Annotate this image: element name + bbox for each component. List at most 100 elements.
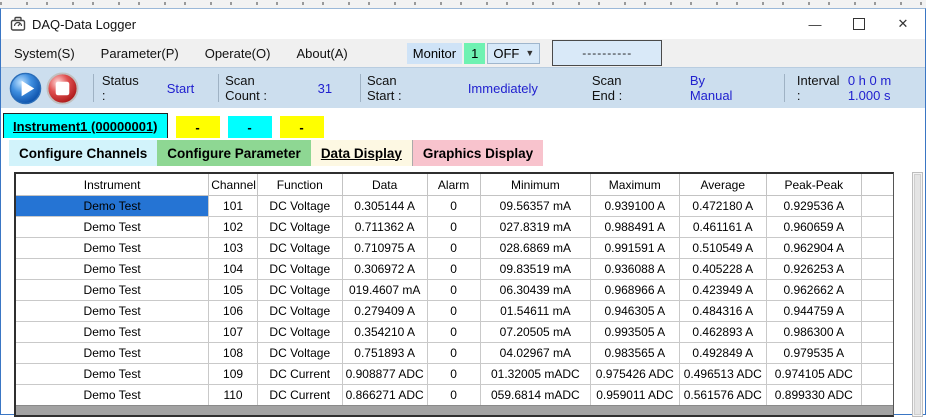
cell-maximum[interactable]: 0.991591 A (590, 237, 680, 259)
cell-channel[interactable]: 105 (208, 279, 258, 301)
cell-average[interactable]: 0.496513 ADC (678, 363, 768, 385)
cell-data[interactable]: 019.4607 mA (341, 279, 428, 301)
cell-instrument[interactable]: Demo Test (16, 300, 210, 322)
cell-channel[interactable]: 106 (208, 300, 258, 322)
start-scan-button[interactable] (9, 72, 42, 105)
cell-instrument[interactable]: Demo Test (16, 258, 210, 280)
column-header-maximum[interactable]: Maximum (590, 174, 680, 196)
cell-minimum[interactable]: 09.56357 mA (479, 195, 592, 217)
cell-maximum[interactable]: 0.939100 A (590, 195, 680, 217)
cell-alarm[interactable]: 0 (426, 321, 481, 343)
maximize-button[interactable] (837, 9, 881, 39)
cell-function[interactable]: DC Voltage (256, 321, 343, 343)
cell-alarm[interactable]: 0 (426, 195, 481, 217)
cell-maximum[interactable]: 0.959011 ADC (590, 384, 680, 406)
cell-average[interactable]: 0.561576 ADC (678, 384, 768, 406)
cell-average[interactable]: 0.423949 A (678, 279, 768, 301)
cell-alarm[interactable]: 0 (426, 279, 481, 301)
cell-peak-peak[interactable]: 0.926253 A (766, 258, 862, 280)
cell-average[interactable]: 0.461161 A (678, 216, 768, 238)
cell-peak-peak[interactable]: 0.979535 A (766, 342, 862, 364)
cell-alarm[interactable]: 0 (426, 300, 481, 322)
cell-minimum[interactable]: 06.30439 mA (479, 279, 592, 301)
tab-instrument1[interactable]: Instrument1 (00000001) (3, 113, 168, 138)
cell-instrument[interactable]: Demo Test (16, 279, 210, 301)
cell-channel[interactable]: 108 (208, 342, 258, 364)
cell-data[interactable]: 0.751893 A (341, 342, 428, 364)
cell-data[interactable]: 0.305144 A (341, 195, 428, 217)
minimize-button[interactable]: — (793, 9, 837, 39)
cell-minimum[interactable]: 01.32005 mADC (479, 363, 592, 385)
cell-peak-peak[interactable]: 0.986300 A (766, 321, 862, 343)
cell-instrument[interactable]: Demo Test (16, 384, 210, 406)
column-header-function[interactable]: Function (256, 174, 343, 196)
cell-average[interactable]: 0.462893 A (678, 321, 768, 343)
cell-peak-peak[interactable]: 0.960659 A (766, 216, 862, 238)
cell-function[interactable]: DC Voltage (256, 216, 343, 238)
cell-maximum[interactable]: 0.936088 A (590, 258, 680, 280)
cell-data[interactable]: 0.908877 ADC (341, 363, 428, 385)
cell-average[interactable]: 0.405228 A (678, 258, 768, 280)
cell-minimum[interactable]: 059.6814 mADC (479, 384, 592, 406)
tab-slot-3[interactable]: - (227, 116, 272, 138)
scrollbar-thumb[interactable] (914, 174, 921, 415)
cell-alarm[interactable]: 0 (426, 237, 481, 259)
column-header-minimum[interactable]: Minimum (479, 174, 592, 196)
cell-data[interactable]: 0.354210 A (341, 321, 428, 343)
tab-configure-channels[interactable]: Configure Channels (9, 140, 158, 166)
cell-minimum[interactable]: 028.6869 mA (479, 237, 592, 259)
cell-function[interactable]: DC Current (256, 363, 343, 385)
cell-channel[interactable]: 110 (208, 384, 258, 406)
menu-parameter[interactable]: Parameter(P) (88, 46, 192, 61)
cell-data[interactable]: 0.866271 ADC (341, 384, 428, 406)
cell-instrument[interactable]: Demo Test (16, 342, 210, 364)
monitor-state-dropdown[interactable]: OFF ▼ (487, 42, 541, 64)
cell-peak-peak[interactable]: 0.974105 ADC (766, 363, 862, 385)
cell-function[interactable]: DC Voltage (256, 342, 343, 364)
close-button[interactable]: ✕ (881, 9, 925, 39)
cell-minimum[interactable]: 04.02967 mA (479, 342, 592, 364)
cell-peak-peak[interactable]: 0.962662 A (766, 279, 862, 301)
cell-channel[interactable]: 107 (208, 321, 258, 343)
cell-average[interactable]: 0.492849 A (678, 342, 768, 364)
menu-system[interactable]: System(S) (1, 46, 88, 61)
column-header-alarm[interactable]: Alarm (426, 174, 481, 196)
cell-function[interactable]: DC Voltage (256, 237, 343, 259)
cell-peak-peak[interactable]: 0.899330 ADC (766, 384, 862, 406)
cell-alarm[interactable]: 0 (426, 342, 481, 364)
table-scrollbar[interactable] (912, 172, 923, 417)
tab-graphics-display[interactable]: Graphics Display (412, 140, 544, 166)
column-header-instrument[interactable]: Instrument (16, 174, 210, 196)
cell-minimum[interactable]: 07.20505 mA (479, 321, 592, 343)
cell-function[interactable]: DC Voltage (256, 300, 343, 322)
cell-alarm[interactable]: 0 (426, 258, 481, 280)
column-header-data[interactable]: Data (341, 174, 428, 196)
cell-function[interactable]: DC Current (256, 384, 343, 406)
cell-instrument[interactable]: Demo Test (16, 195, 210, 217)
column-header-channel[interactable]: Channel (208, 174, 258, 196)
cell-function[interactable]: DC Voltage (256, 279, 343, 301)
stop-scan-button[interactable] (46, 71, 79, 105)
cell-instrument[interactable]: Demo Test (16, 321, 210, 343)
column-header-average[interactable]: Average (678, 174, 768, 196)
cell-maximum[interactable]: 0.975426 ADC (590, 363, 680, 385)
cell-maximum[interactable]: 0.946305 A (590, 300, 680, 322)
cell-alarm[interactable]: 0 (426, 216, 481, 238)
cell-function[interactable]: DC Voltage (256, 258, 343, 280)
tab-configure-parameter[interactable]: Configure Parameter (157, 140, 311, 166)
cell-data[interactable]: 0.711362 A (341, 216, 428, 238)
cell-channel[interactable]: 103 (208, 237, 258, 259)
tab-slot-4[interactable]: - (279, 116, 324, 138)
cell-channel[interactable]: 104 (208, 258, 258, 280)
cell-channel[interactable]: 109 (208, 363, 258, 385)
cell-instrument[interactable]: Demo Test (16, 237, 210, 259)
cell-average[interactable]: 0.472180 A (678, 195, 768, 217)
cell-data[interactable]: 0.710975 A (341, 237, 428, 259)
cell-instrument[interactable]: Demo Test (16, 216, 210, 238)
cell-minimum[interactable]: 027.8319 mA (479, 216, 592, 238)
cell-maximum[interactable]: 0.993505 A (590, 321, 680, 343)
monitor-dashes-button[interactable]: ---------- (552, 40, 663, 66)
cell-channel[interactable]: 102 (208, 216, 258, 238)
menu-about[interactable]: About(A) (283, 46, 360, 61)
cell-channel[interactable]: 101 (208, 195, 258, 217)
